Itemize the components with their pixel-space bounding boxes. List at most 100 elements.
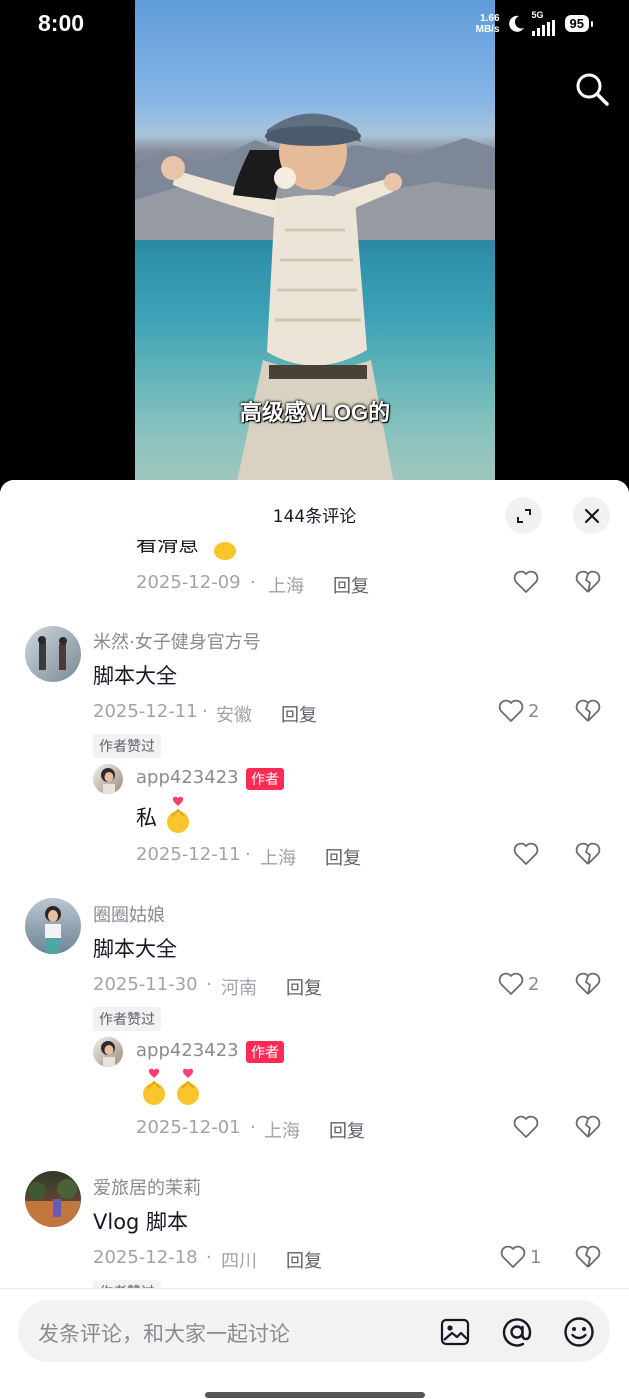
reply-button[interactable]: 回复 — [281, 701, 317, 727]
comment-location-dot: · — [202, 701, 208, 722]
finger-heart-emoji — [143, 1068, 165, 1105]
comment-location: 上海 — [268, 576, 304, 597]
comment-text: 脚本大全 — [93, 937, 177, 961]
speed-unit: MB/s — [475, 23, 500, 35]
video-player[interactable]: 高级感VLOG的 8:00 1.66 MB/s 5G 95 — [0, 0, 629, 500]
reply-location: 上海 — [264, 1121, 300, 1142]
emoji-icon — [564, 1317, 594, 1347]
like-count: 1 — [530, 1246, 542, 1268]
home-indicator[interactable] — [205, 1392, 425, 1398]
avatar-image — [45, 906, 61, 954]
comment-text: 脚本大全 — [93, 664, 177, 688]
like-button[interactable]: 2 — [498, 699, 539, 723]
like-button[interactable] — [513, 842, 539, 866]
avatar[interactable] — [93, 1037, 123, 1067]
reply-location-dot: · — [245, 844, 251, 865]
search-icon — [576, 73, 609, 106]
comment-date: 2025-12-09 — [136, 572, 241, 593]
expand-icon — [516, 508, 531, 523]
reply-button[interactable]: 回复 — [286, 1247, 322, 1273]
reply-button[interactable]: 回复 — [325, 844, 361, 870]
comment-date: 2025-11-30 — [93, 974, 198, 995]
comment-username[interactable]: 圈圈姑娘 — [93, 901, 165, 927]
comment-date: 2025-12-18 — [93, 1247, 198, 1268]
reply-location-dot: · — [250, 1117, 256, 1138]
finger-heart-emoji — [214, 542, 236, 560]
video-caption: 高级感VLOG的 — [239, 400, 391, 425]
mention-button[interactable] — [501, 1316, 533, 1348]
broken-heart-icon[interactable] — [575, 570, 601, 594]
author-liked-badge: 作者赞过 — [93, 1280, 161, 1288]
status-icons: 1.66 MB/s 5G 95 — [476, 11, 594, 36]
reply-date: 2025-12-11 — [136, 844, 241, 865]
comment-sheet: 看滑意 2025-12-09 · 上海 回复 米然·女子健身官方号 脚本大全 2… — [0, 480, 629, 1399]
like-button[interactable] — [513, 1115, 539, 1139]
comment-input-bar: 发条评论，和大家一起讨论 — [0, 1288, 629, 1399]
like-count: 2 — [528, 973, 540, 995]
comment-location: 河南 — [221, 978, 257, 999]
reply-button[interactable]: 回复 — [329, 1117, 365, 1143]
image-icon — [440, 1318, 470, 1346]
close-button[interactable] — [573, 497, 610, 534]
broken-heart-icon[interactable] — [575, 972, 601, 996]
heart-icon — [513, 842, 539, 865]
comment-list[interactable]: 看滑意 2025-12-09 · 上海 回复 米然·女子健身官方号 脚本大全 2… — [0, 480, 629, 1288]
moon-icon — [508, 15, 524, 32]
emoji-button[interactable] — [563, 1316, 595, 1348]
comment-input[interactable]: 发条评论，和大家一起讨论 — [18, 1300, 610, 1362]
like-count: 2 — [528, 700, 540, 722]
reply-text: 私 — [136, 806, 157, 830]
broken-heart-icon[interactable] — [575, 842, 601, 866]
search-button[interactable] — [573, 70, 611, 108]
comment-username[interactable]: 爱旅居的茉莉 — [93, 1174, 201, 1200]
avatar[interactable] — [93, 764, 123, 794]
comment-username[interactable]: 米然·女子健身官方号 — [93, 628, 261, 654]
avatar[interactable] — [25, 898, 81, 954]
video-frame[interactable]: 高级感VLOG的 — [135, 0, 495, 500]
battery-level: 95 — [564, 15, 594, 32]
network-speed: 1.66 MB/s — [476, 13, 500, 35]
heart-icon — [498, 699, 524, 722]
avatar[interactable] — [25, 1171, 81, 1227]
comment-text: Vlog 脚本 — [93, 1210, 189, 1234]
finger-heart-emoji — [167, 796, 189, 833]
like-button[interactable] — [513, 570, 539, 594]
reply-username[interactable]: app423423 — [136, 767, 239, 788]
avatar-image — [38, 636, 67, 670]
finger-heart-emoji — [177, 1068, 199, 1105]
comment-date: 2025-12-11 — [93, 701, 198, 722]
avatar-image — [101, 768, 115, 794]
heart-icon — [500, 1245, 526, 1268]
heart-icon — [498, 972, 524, 995]
author-badge: 作者 — [246, 768, 284, 790]
like-button[interactable]: 2 — [498, 972, 539, 996]
author-badge: 作者 — [246, 1041, 284, 1063]
broken-heart-icon[interactable] — [575, 1245, 601, 1269]
like-button[interactable]: 1 — [500, 1245, 541, 1269]
close-icon — [584, 508, 599, 523]
woman-figure — [161, 113, 402, 500]
speed-value: 1.66 — [480, 12, 500, 24]
at-icon — [502, 1318, 532, 1347]
reply-emoji-content — [140, 1068, 202, 1106]
broken-heart-icon[interactable] — [575, 699, 601, 723]
comment-location: 安徽 — [216, 705, 252, 726]
comment-location-dot: · — [206, 1247, 212, 1268]
author-liked-badge: 作者赞过 — [93, 1007, 161, 1031]
image-button[interactable] — [439, 1316, 471, 1348]
reply-username[interactable]: app423423 — [136, 1040, 239, 1061]
expand-button[interactable] — [505, 497, 542, 534]
sheet-header: 144条评论 — [0, 480, 629, 540]
reply-button[interactable]: 回复 — [333, 572, 369, 598]
comment-location: 四川 — [221, 1251, 257, 1272]
broken-heart-icon[interactable] — [575, 1115, 601, 1139]
comment-location-dot: · — [206, 974, 212, 995]
signal-bars-icon — [531, 20, 555, 36]
reply-button[interactable]: 回复 — [286, 974, 322, 1000]
avatar-image — [25, 1179, 81, 1227]
reply-location: 上海 — [260, 848, 296, 869]
author-liked-badge: 作者赞过 — [93, 734, 161, 758]
avatar[interactable] — [25, 626, 81, 682]
cell-signal: 5G — [531, 11, 555, 36]
reply-date: 2025-12-01 — [136, 1117, 241, 1138]
